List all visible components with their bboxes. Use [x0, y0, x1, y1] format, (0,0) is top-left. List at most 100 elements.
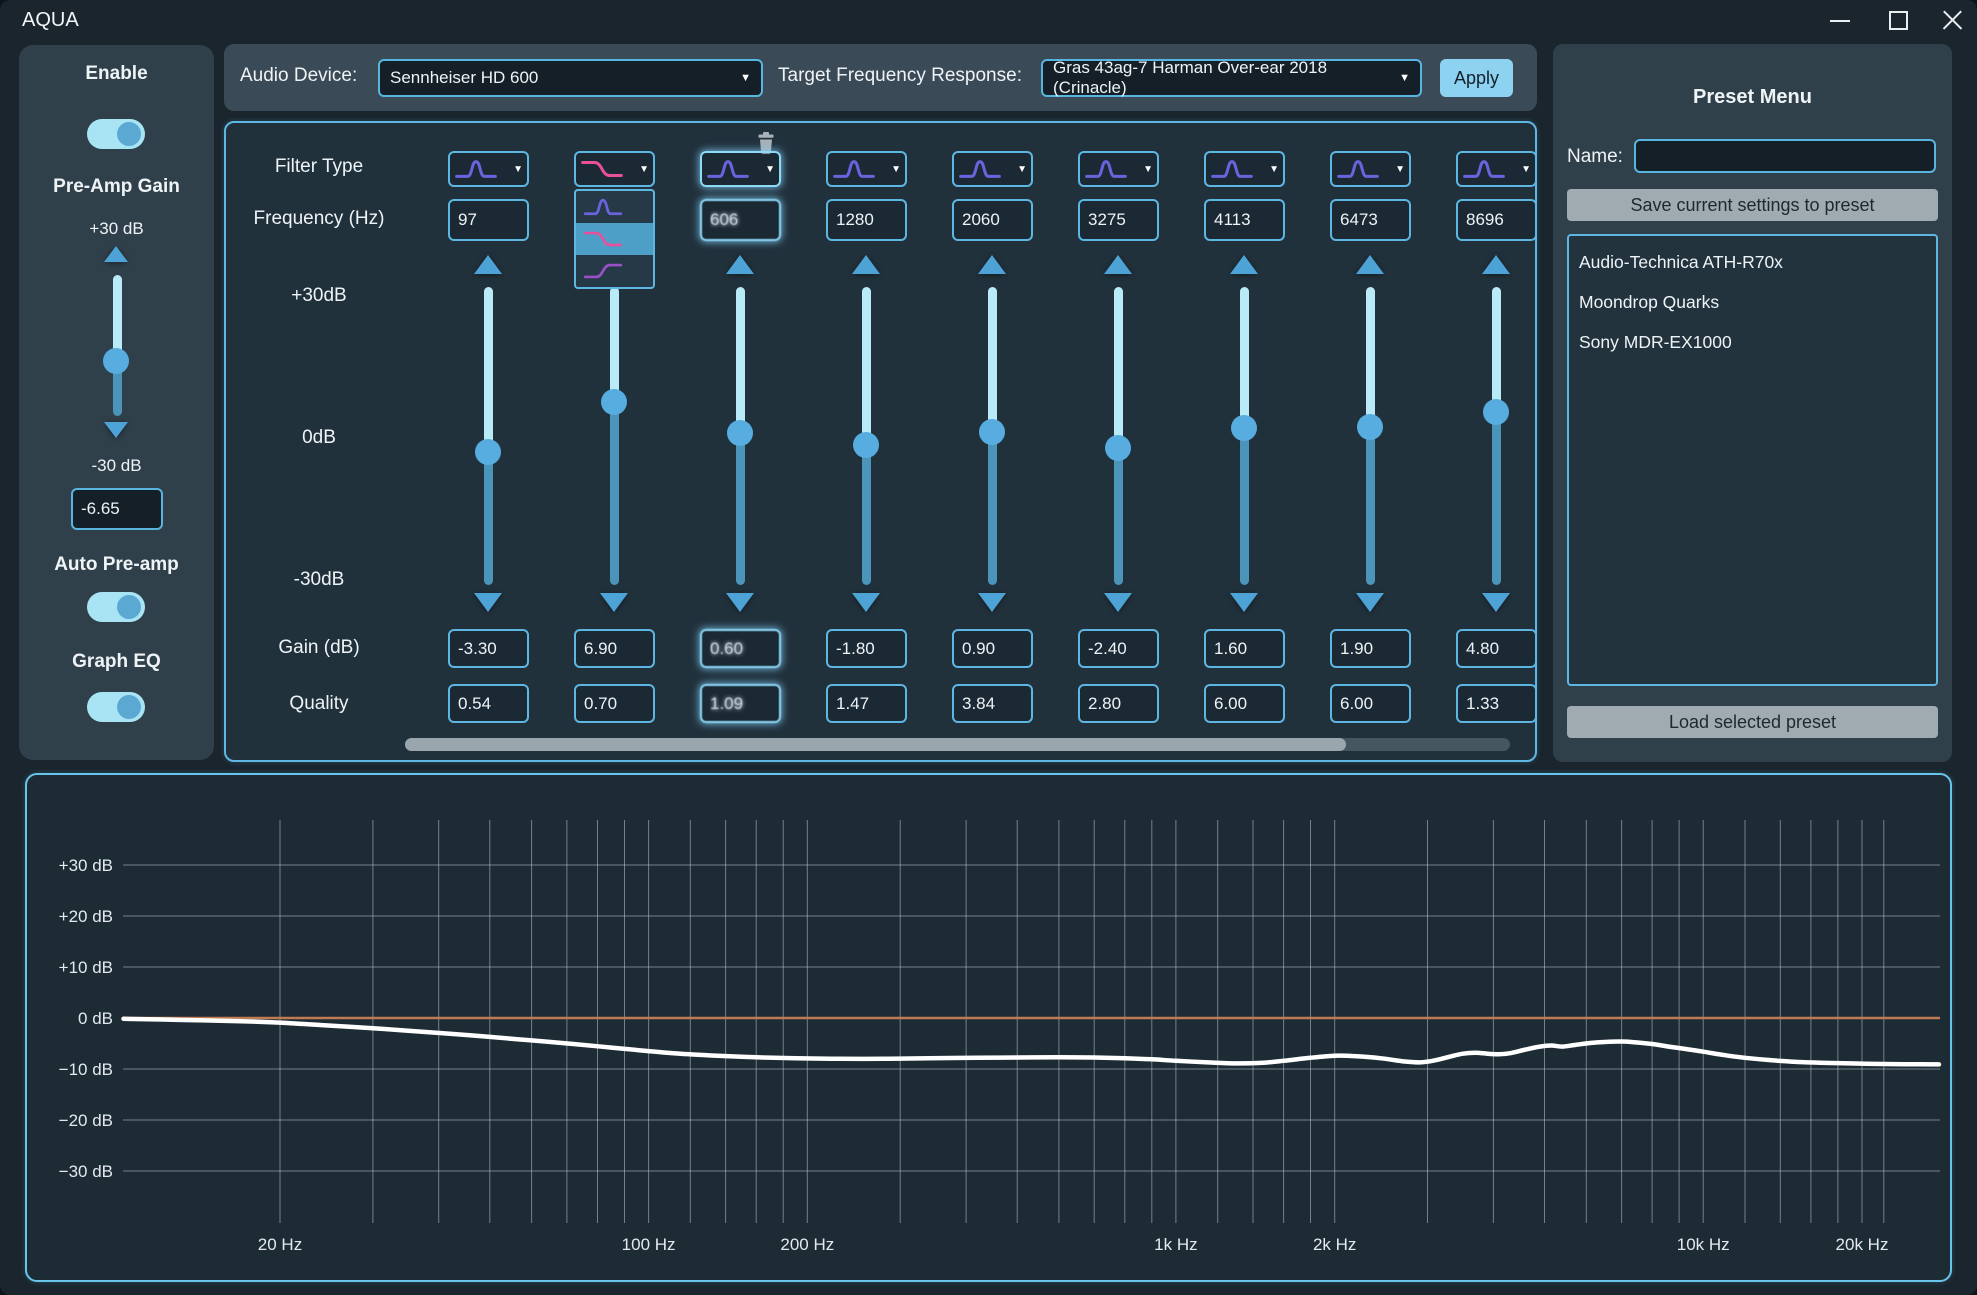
- quality-input[interactable]: [1330, 684, 1411, 723]
- maximize-icon[interactable]: [1876, 0, 1920, 40]
- filter-type-select[interactable]: ▼: [1078, 151, 1159, 187]
- frequency-input[interactable]: [952, 199, 1033, 241]
- quality-input[interactable]: [1078, 684, 1159, 723]
- gain-input[interactable]: [574, 629, 655, 668]
- gain-input[interactable]: [1204, 629, 1285, 668]
- filter-option-high-shelf[interactable]: [576, 255, 653, 287]
- preset-list: Audio-Technica ATH-R70xMoondrop QuarksSo…: [1567, 234, 1938, 686]
- gain-up-arrow-icon[interactable]: [978, 255, 1006, 274]
- quality-input[interactable]: [1204, 684, 1285, 723]
- graph-eq-toggle[interactable]: [87, 692, 145, 722]
- gain-slider-track[interactable]: [1492, 287, 1501, 585]
- eq-scrollbar[interactable]: [405, 738, 1510, 751]
- gain-slider-track[interactable]: [610, 287, 619, 585]
- gain-down-arrow-icon[interactable]: [1230, 593, 1258, 612]
- gain-up-arrow-icon[interactable]: [852, 255, 880, 274]
- quality-input[interactable]: [1456, 684, 1537, 723]
- minimize-icon[interactable]: [1818, 0, 1862, 40]
- apply-button[interactable]: Apply: [1440, 59, 1513, 97]
- gain-slider-thumb[interactable]: [1483, 399, 1509, 425]
- preset-item[interactable]: Moondrop Quarks: [1569, 282, 1936, 322]
- auto-preamp-toggle[interactable]: [87, 592, 145, 622]
- filter-type-select[interactable]: ▼: [448, 151, 529, 187]
- quality-input[interactable]: [574, 684, 655, 723]
- gain-slider-thumb[interactable]: [1231, 415, 1257, 441]
- filter-type-select[interactable]: ▼: [1330, 151, 1411, 187]
- eq-band-2: ▼: [574, 123, 664, 760]
- gain-input[interactable]: [448, 629, 529, 668]
- gain-up-arrow-icon[interactable]: [1104, 255, 1132, 274]
- gain-down-arrow-icon[interactable]: [852, 593, 880, 612]
- filter-option-peak[interactable]: [576, 191, 653, 223]
- gain-slider-thumb[interactable]: [1105, 435, 1131, 461]
- eq-band-5: ▼: [952, 123, 1042, 760]
- filter-type-select[interactable]: ▼: [1456, 151, 1537, 187]
- quality-input[interactable]: [700, 684, 781, 723]
- gain-down-arrow-icon[interactable]: [1482, 593, 1510, 612]
- y-axis-tick-label: −30 dB: [59, 1162, 113, 1181]
- quality-input[interactable]: [952, 684, 1033, 723]
- gain-down-arrow-icon[interactable]: [1356, 593, 1384, 612]
- chevron-down-icon: ▼: [1399, 72, 1410, 84]
- gain-input[interactable]: [700, 629, 781, 668]
- filter-type-select[interactable]: ▼: [1204, 151, 1285, 187]
- frequency-input[interactable]: [700, 199, 781, 241]
- preset-item[interactable]: Sony MDR-EX1000: [1569, 322, 1936, 362]
- low-shelf-filter-icon: [582, 228, 624, 250]
- y-axis-tick-label: +20 dB: [59, 907, 113, 926]
- frequency-input[interactable]: [448, 199, 529, 241]
- gain-up-arrow-icon[interactable]: [1482, 255, 1510, 274]
- frequency-input[interactable]: [1330, 199, 1411, 241]
- gain-down-arrow-icon[interactable]: [1104, 593, 1132, 612]
- gain-down-arrow-icon[interactable]: [600, 593, 628, 612]
- filter-type-select[interactable]: ▼: [826, 151, 907, 187]
- filter-option-low-shelf[interactable]: [576, 223, 653, 255]
- close-icon[interactable]: [1930, 0, 1974, 40]
- filter-type-select[interactable]: ▼: [952, 151, 1033, 187]
- gain-down-arrow-icon[interactable]: [474, 593, 502, 612]
- preamp-slider-thumb[interactable]: [103, 348, 129, 374]
- gain-up-arrow-icon[interactable]: [1356, 255, 1384, 274]
- preamp-value-input[interactable]: [71, 488, 163, 530]
- gain-input[interactable]: [1078, 629, 1159, 668]
- gain-input[interactable]: [826, 629, 907, 668]
- eq-band-4: ▼: [826, 123, 916, 760]
- gain-up-arrow-icon[interactable]: [474, 255, 502, 274]
- gain-slider-thumb[interactable]: [601, 389, 627, 415]
- gain-down-arrow-icon[interactable]: [978, 593, 1006, 612]
- gain-slider-thumb[interactable]: [853, 432, 879, 458]
- gain-input[interactable]: [1456, 629, 1537, 668]
- frequency-input[interactable]: [826, 199, 907, 241]
- peak-filter-icon: [1336, 157, 1380, 181]
- gain-up-arrow-icon[interactable]: [1230, 255, 1258, 274]
- graph-eq-label: Graph EQ: [19, 651, 214, 673]
- preset-name-input[interactable]: [1634, 139, 1936, 173]
- gain-input[interactable]: [952, 629, 1033, 668]
- gain-slider-thumb[interactable]: [979, 419, 1005, 445]
- save-preset-button[interactable]: Save current settings to preset: [1567, 189, 1938, 221]
- target-response-select[interactable]: Gras 43ag-7 Harman Over-ear 2018 (Crinac…: [1041, 59, 1422, 97]
- frequency-input[interactable]: [1456, 199, 1537, 241]
- preset-item[interactable]: Audio-Technica ATH-R70x: [1569, 242, 1936, 282]
- quality-input[interactable]: [826, 684, 907, 723]
- gain-up-arrow-icon[interactable]: [726, 255, 754, 274]
- gain-slider-thumb[interactable]: [1357, 414, 1383, 440]
- gain-slider-thumb[interactable]: [727, 420, 753, 446]
- filter-type-select[interactable]: ▼: [700, 151, 781, 187]
- preamp-slider-track[interactable]: [113, 275, 122, 416]
- preamp-slider-up-arrow-icon[interactable]: [104, 246, 128, 262]
- load-preset-button[interactable]: Load selected preset: [1567, 706, 1938, 738]
- audio-device-select[interactable]: Sennheiser HD 600 ▼: [378, 59, 763, 97]
- eq-scrollbar-thumb[interactable]: [405, 738, 1346, 751]
- gain-input[interactable]: [1330, 629, 1411, 668]
- gain-down-arrow-icon[interactable]: [726, 593, 754, 612]
- filter-type-select[interactable]: ▼: [574, 151, 655, 187]
- frequency-input[interactable]: [1078, 199, 1159, 241]
- quality-input[interactable]: [448, 684, 529, 723]
- preamp-slider-down-arrow-icon[interactable]: [104, 422, 128, 438]
- gain-slider-thumb[interactable]: [475, 439, 501, 465]
- x-axis-tick-label: 1k Hz: [1154, 1235, 1197, 1254]
- frequency-input[interactable]: [1204, 199, 1285, 241]
- gain-slider-track[interactable]: [484, 287, 493, 585]
- enable-toggle[interactable]: [87, 119, 145, 149]
